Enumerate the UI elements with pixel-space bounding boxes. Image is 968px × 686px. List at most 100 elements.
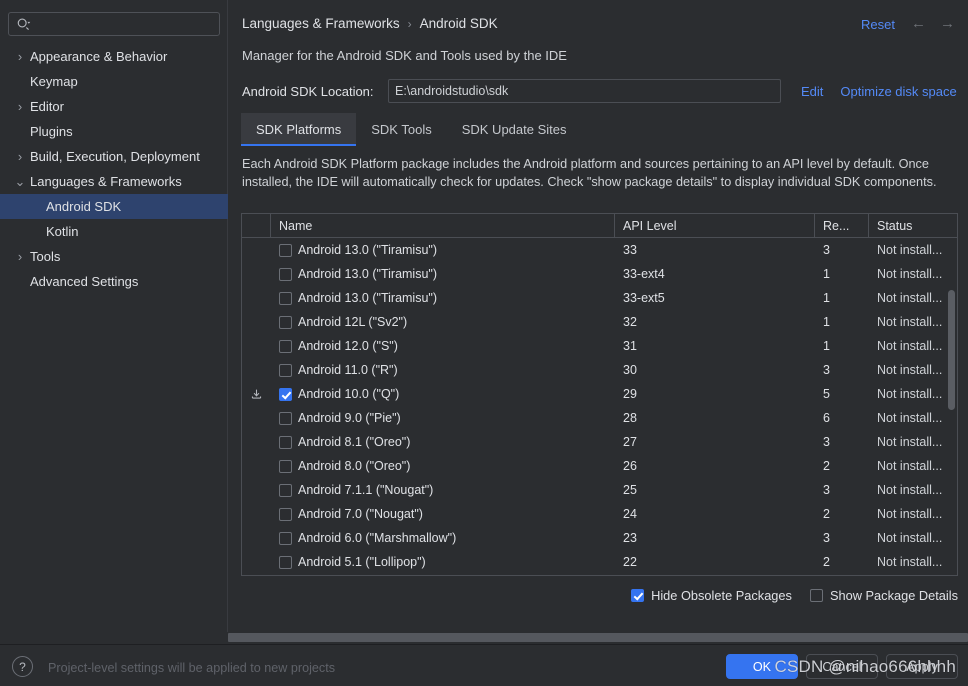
table-row[interactable]: Android 9.0 ("Pie") 28 6 Not install...: [242, 406, 957, 430]
table-column-header[interactable]: Name: [271, 214, 615, 237]
package-api-level: 22: [623, 555, 637, 569]
table-row[interactable]: Android 6.0 ("Marshmallow") 23 3 Not instal…: [242, 526, 957, 550]
sidebar-item-label: Languages & Frameworks: [30, 174, 182, 189]
sdk-location-input[interactable]: [388, 79, 781, 103]
package-status: Not install...: [877, 387, 943, 401]
search-input[interactable]: [31, 17, 219, 31]
table-row[interactable]: Android 12.0 ("S") 31 1 Not install...: [242, 334, 957, 358]
table-row[interactable]: Android 5.1 ("Lollipop") 22 2 Not install..…: [242, 550, 957, 574]
table-row[interactable]: Android 12L ("Sv2") 32 1 Not install...: [242, 310, 957, 334]
breadcrumb-parent[interactable]: Languages & Frameworks: [242, 16, 400, 31]
chevron-right-icon[interactable]: ›: [14, 94, 26, 119]
settings-sidebar: › Appearance & Behavior Keymap › Editor Plugi…: [0, 0, 228, 640]
package-checkbox[interactable]: [279, 267, 292, 281]
package-name: Android 12.0 ("S"): [298, 339, 398, 353]
checkbox[interactable]: [631, 589, 645, 602]
chevron-down-icon[interactable]: ⌄: [14, 169, 26, 194]
cancel-button[interactable]: Cancel: [806, 654, 878, 679]
sidebar-item-kotlin[interactable]: Kotlin: [0, 219, 228, 244]
sidebar-item-tools[interactable]: › Tools: [0, 244, 228, 269]
sidebar-item-build-execution-deployment[interactable]: › Build, Execution, Deployment: [0, 144, 228, 169]
optimize-disk-space-link[interactable]: Optimize disk space: [840, 84, 956, 99]
package-api-level: 31: [623, 339, 637, 353]
package-checkbox[interactable]: [279, 531, 292, 545]
tab-label: SDK Update Sites: [461, 122, 567, 137]
package-name: Android 13.0 ("Tiramisu"): [298, 267, 438, 281]
sdk-location-row: Android SDK Location: Edit Optimize disk…: [242, 79, 958, 103]
chevron-right-icon[interactable]: ›: [14, 244, 26, 269]
package-checkbox[interactable]: [279, 459, 292, 473]
package-api-level: 30: [623, 363, 637, 377]
checkbox[interactable]: [809, 589, 823, 602]
table-column-header-label: API Level: [623, 218, 677, 233]
package-checkbox[interactable]: [279, 291, 292, 305]
forward-arrow-icon[interactable]: →: [940, 16, 955, 31]
package-checkbox[interactable]: [279, 411, 292, 425]
option-hide-obsolete-packages[interactable]: Hide Obsolete Packages: [631, 588, 792, 603]
package-status: Not install...: [877, 315, 943, 329]
package-checkbox[interactable]: [279, 555, 292, 569]
package-name: Android 7.0 ("Nougat"): [298, 507, 423, 521]
sidebar-item-editor[interactable]: › Editor: [0, 94, 228, 119]
table-column-header[interactable]: Status: [869, 214, 957, 237]
table-row[interactable]: Android 13.0 ("Tiramisu") 33-ext4 1 Not ins…: [242, 262, 957, 286]
table-column-header[interactable]: API Level: [615, 214, 815, 237]
chevron-right-icon[interactable]: ›: [14, 144, 26, 169]
package-checkbox[interactable]: [279, 315, 292, 329]
tab-sdk-update-sites[interactable]: SDK Update Sites: [447, 113, 582, 146]
table-column-header[interactable]: [242, 214, 271, 237]
package-checkbox[interactable]: [279, 483, 292, 497]
panel-subtitle: Manager for the Android SDK and Tools us…: [242, 48, 567, 63]
button-label: OK: [752, 659, 772, 674]
dialog-bottom-bar: ? Project-level settings will be applied…: [0, 644, 968, 686]
sidebar-item-advanced-settings[interactable]: Advanced Settings: [0, 269, 228, 294]
chevron-right-icon[interactable]: ›: [14, 44, 26, 69]
help-icon[interactable]: ?: [12, 656, 33, 677]
settings-search-box[interactable]: [8, 12, 220, 36]
package-status: Not install...: [877, 531, 943, 545]
package-checkbox[interactable]: [279, 363, 292, 377]
table-row[interactable]: Android 8.1 ("Oreo") 27 3 Not install...: [242, 430, 957, 454]
package-name: Android 7.1.1 ("Nougat"): [298, 483, 434, 497]
table-column-header[interactable]: Re...: [815, 214, 869, 237]
table-column-header-label: Name: [279, 218, 313, 233]
table-row[interactable]: Android 13.0 ("Tiramisu") 33-ext5 1 Not ins…: [242, 286, 957, 310]
table-body: Android 13.0 ("Tiramisu") 33 3 Not install.…: [242, 238, 957, 574]
table-row[interactable]: Android 13.0 ("Tiramisu") 33 3 Not install.…: [242, 238, 957, 262]
sidebar-item-android-sdk[interactable]: Android SDK: [0, 194, 228, 219]
table-row[interactable]: Android 8.0 ("Oreo") 26 2 Not install...: [242, 454, 957, 478]
reset-link[interactable]: Reset: [861, 17, 895, 32]
ok-button[interactable]: OK: [726, 654, 798, 679]
apply-button[interactable]: Apply: [886, 654, 958, 679]
breadcrumb-current: Android SDK: [419, 16, 498, 31]
package-api-level: 27: [623, 435, 637, 449]
package-api-level: 28: [623, 411, 637, 425]
dialog-horizontal-scrollbar-thumb[interactable]: [228, 633, 968, 642]
option-show-package-details[interactable]: Show Package Details: [809, 588, 958, 603]
back-arrow-icon[interactable]: ←: [911, 16, 926, 31]
package-checkbox[interactable]: [279, 339, 292, 353]
sidebar-item-languages-frameworks[interactable]: ⌄ Languages & Frameworks: [0, 169, 228, 194]
package-checkbox[interactable]: [279, 387, 292, 401]
sidebar-item-plugins[interactable]: Plugins: [0, 119, 228, 144]
row-name-cell: Android 13.0 ("Tiramisu"): [271, 243, 615, 257]
table-row[interactable]: Android 7.0 ("Nougat") 24 2 Not install...: [242, 502, 957, 526]
tab-sdk-platforms[interactable]: SDK Platforms: [241, 113, 357, 146]
table-row[interactable]: Android 10.0 ("Q") 29 5 Not install...: [242, 382, 957, 406]
table-vertical-scrollbar[interactable]: [948, 290, 955, 410]
table-row[interactable]: Android 11.0 ("R") 30 3 Not install...: [242, 358, 957, 382]
package-checkbox[interactable]: [279, 243, 292, 257]
sidebar-item-label: Appearance & Behavior: [30, 49, 168, 64]
sidebar-item-keymap[interactable]: Keymap: [0, 69, 228, 94]
sidebar-item-appearance-behavior[interactable]: › Appearance & Behavior: [0, 44, 228, 69]
edit-link[interactable]: Edit: [801, 84, 823, 99]
package-checkbox[interactable]: [279, 507, 292, 521]
row-name-cell: Android 6.0 ("Marshmallow"): [271, 531, 615, 545]
package-revision: 3: [823, 435, 830, 449]
table-column-header-label: Status: [877, 218, 913, 233]
dialog-buttons: OK Cancel Apply: [726, 654, 958, 679]
row-name-cell: Android 13.0 ("Tiramisu"): [271, 291, 615, 305]
table-row[interactable]: Android 7.1.1 ("Nougat") 25 3 Not install..…: [242, 478, 957, 502]
tab-sdk-tools[interactable]: SDK Tools: [356, 113, 446, 146]
package-checkbox[interactable]: [279, 435, 292, 449]
